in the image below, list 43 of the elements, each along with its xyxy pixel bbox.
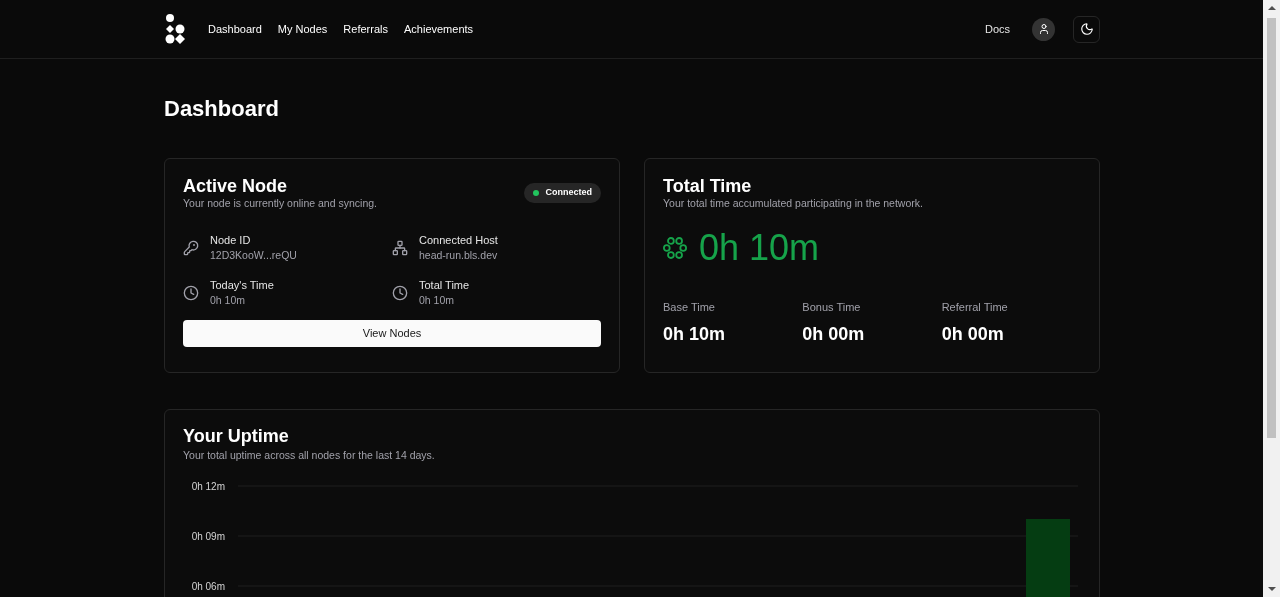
axis-tick-label: 0h 12m [191,480,225,492]
circles-ring-icon [663,235,687,260]
nav-link[interactable]: Dashboard [208,20,262,38]
axis-tick-label: 0h 06m [191,580,225,592]
total-time-value: 0h 10m [699,227,820,268]
card-title: Total Time [663,176,753,196]
clock-icon [392,284,408,301]
theme-toggle-button[interactable] [1073,15,1100,43]
network-icon [392,239,408,256]
card-subtitle: Your total time accumulated participating in the network. [663,196,924,211]
field-value: 0h 10m [210,292,247,308]
time-label: Referral Time [941,299,1009,315]
scrollbar-drawing[interactable] [1263,0,1280,597]
nav-link[interactable]: Referrals [343,20,388,38]
docs-link[interactable]: Docs [984,20,1010,38]
field-label: Total Time [419,277,470,293]
card-subtitle: Your total uptime across all nodes for the last 14 days. [182,448,436,463]
status-badge: Connected [524,183,601,203]
time-value: 0h 00m [941,323,1005,347]
user-icon [1037,23,1050,35]
moon-icon [1079,22,1094,36]
field-label: Today's Time [210,277,274,293]
nav-link[interactable]: Achievements [404,20,474,38]
logo-icon[interactable] [164,14,186,44]
field-value: 0h 10m [419,292,456,308]
card-title: Active Node [183,176,289,196]
field-value: 12D3KooW...reQU [210,247,297,263]
field-label: Connected Host [419,232,498,248]
time-label: Bonus Time [802,299,862,315]
page-title: Dashboard [164,96,280,122]
clock-icon [183,284,199,301]
field-value: head-run.bls.dev [419,247,498,263]
time-label: Base Time [663,299,716,315]
card-subtitle: Your node is currently online and syncing. [183,196,377,211]
key-icon [183,239,199,256]
axis-tick-label: 0h 09m [191,530,225,542]
card-title: Your Uptime [182,426,290,446]
view-nodes-button[interactable]: View Nodes [183,319,601,347]
profile-button[interactable] [1032,17,1055,41]
nav-link[interactable]: My Nodes [277,20,328,38]
field-label: Node ID [210,232,252,248]
time-value: 0h 10m [663,323,727,347]
time-value: 0h 00m [802,323,866,347]
